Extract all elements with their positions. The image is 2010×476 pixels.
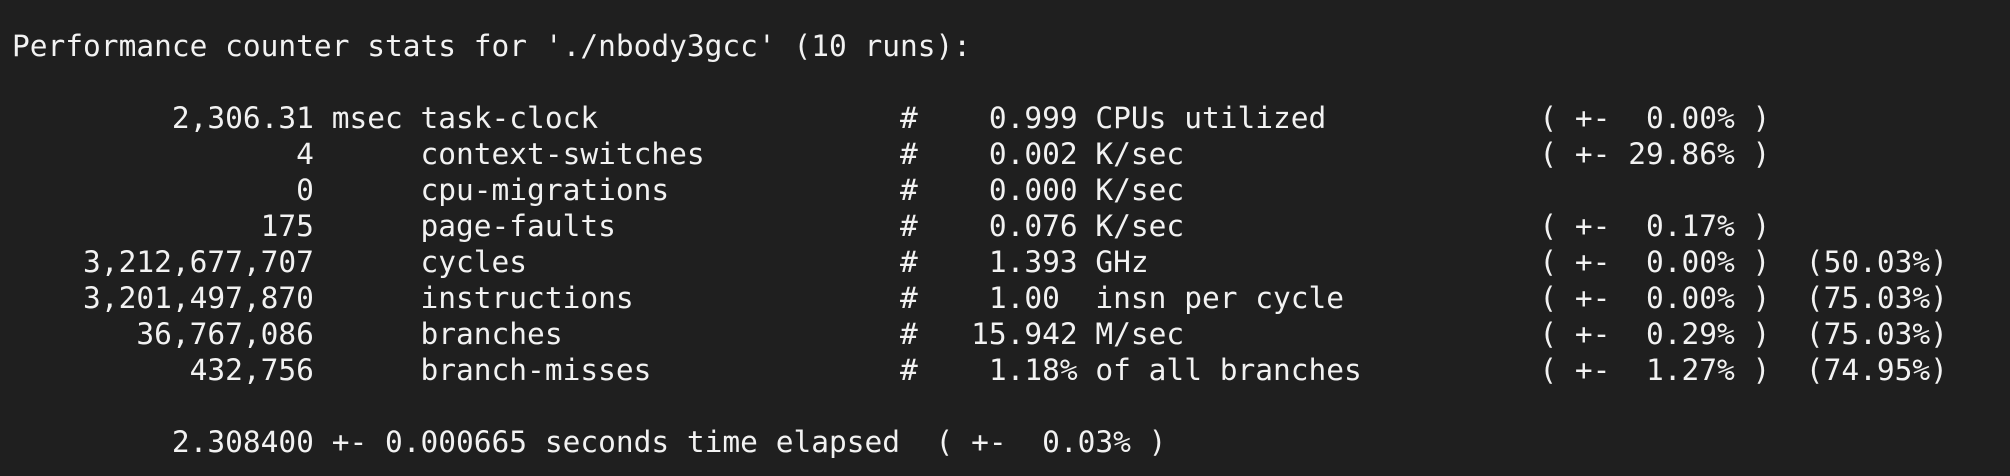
counter-row-task-clock: 2,306.31 msec task-clock # 0.999 CPUs ut…	[12, 101, 1771, 135]
terminal-window[interactable]: Performance counter stats for './nbody3g…	[0, 0, 2010, 476]
counter-row-instructions: 3,201,497,870 instructions # 1.00 insn p…	[12, 281, 1948, 315]
perf-stat-header: Performance counter stats for './nbody3g…	[12, 29, 972, 63]
elapsed-time-summary: 2.308400 +- 0.000665 seconds time elapse…	[12, 425, 1167, 459]
counter-row-page-faults: 175 page-faults # 0.076 K/sec ( +- 0.17%…	[12, 209, 1771, 243]
counter-row-context-switches: 4 context-switches # 0.002 K/sec ( +- 29…	[12, 137, 1771, 171]
counter-row-branch-misses: 432,756 branch-misses # 1.18% of all bra…	[12, 353, 1948, 387]
counter-row-branches: 36,767,086 branches # 15.942 M/sec ( +- …	[12, 317, 1948, 351]
counter-row-cycles: 3,212,677,707 cycles # 1.393 GHz ( +- 0.…	[12, 245, 1948, 279]
counter-row-cpu-migrations: 0 cpu-migrations # 0.000 K/sec	[12, 173, 1185, 207]
